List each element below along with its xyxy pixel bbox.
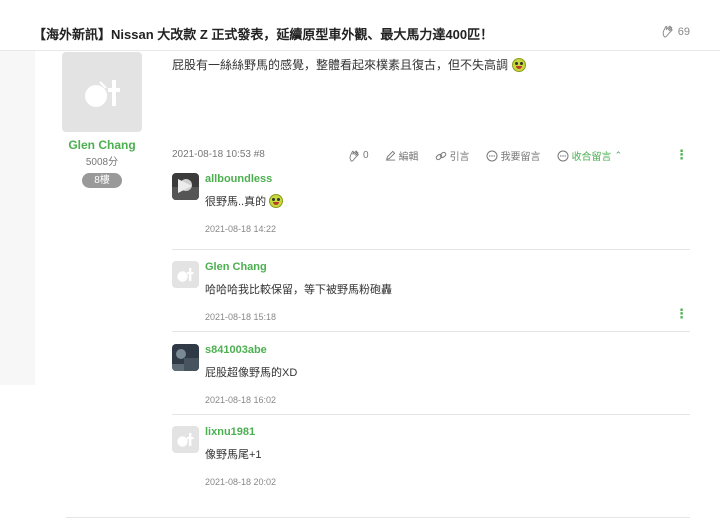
reply-label: 我要留言 — [500, 152, 541, 163]
grin-emoji-icon — [269, 194, 284, 208]
reply-content: 屁股超像野馬的XD — [205, 364, 297, 380]
collapse-label: 收合留言 — [571, 152, 612, 163]
default-avatar-icon — [177, 268, 194, 282]
thread-like-count: 69 — [677, 25, 690, 38]
thread-title: 【海外新訊】Nissan 大改款 Z 正式發表，延續原型車外觀、最大馬力達400… — [33, 27, 494, 42]
reply-content: 像野馬尾+1 — [205, 446, 262, 462]
reply-time: 2021-08-18 20:02 — [205, 477, 277, 487]
post-text: 屁股有一絲絲野馬的感覺，整體看起來樸素且復古，但不失高調 — [172, 58, 509, 72]
reply-item: s841003abe 屁股超像野馬的XD 2021-08-18 16:02 — [172, 344, 690, 414]
thread-like[interactable]: 69 — [661, 25, 690, 38]
reply-text: 屁股超像野馬的XD — [205, 367, 298, 379]
reply-time: 2021-08-18 16:02 — [205, 395, 277, 405]
reply-text: 哈哈哈我比較保留，等下被野馬粉砲轟 — [205, 284, 392, 296]
author-score: 5008分 — [85, 157, 119, 168]
reply-author[interactable]: Glen Chang — [205, 261, 267, 273]
edit-label: 編輯 — [398, 152, 419, 163]
author-name[interactable]: Glen Chang — [62, 138, 142, 152]
chevron-up-icon: ⌃ — [614, 150, 623, 160]
post-actions: 0 編輯 引言 我要留言 收合留言 ⌃ — [348, 148, 638, 163]
post-more-menu-icon[interactable]: ⋮ — [675, 148, 688, 161]
clap-icon — [349, 150, 359, 162]
post-date-floor: 2021-08-18 10:53 #8 — [172, 149, 265, 160]
grin-emoji-icon — [512, 57, 527, 72]
reply-button[interactable]: 我要留言 — [486, 148, 541, 163]
divider — [172, 331, 690, 332]
reply-author[interactable]: allboundless — [205, 173, 272, 185]
reply-avatar[interactable] — [172, 426, 199, 453]
quote-label: 引言 — [449, 152, 470, 163]
reply-avatar[interactable] — [172, 173, 199, 200]
reply-author[interactable]: s841003abe — [205, 344, 267, 356]
reply-content: 很野馬..真的 — [205, 193, 284, 209]
user-photo-icon — [172, 344, 199, 371]
default-avatar-icon — [85, 77, 120, 107]
reply-text: 像野馬尾+1 — [205, 449, 262, 461]
like-count: 0 — [363, 150, 369, 161]
collapse-replies-button[interactable]: 收合留言 ⌃ — [557, 148, 623, 163]
post-content: 屁股有一絲絲野馬的感覺，整體看起來樸素且復古，但不失高調 — [172, 56, 527, 73]
reply-time: 2021-08-18 15:18 — [205, 312, 277, 322]
reply-time: 2021-08-18 14:22 — [205, 224, 277, 234]
user-photo-icon — [172, 173, 199, 200]
divider — [66, 517, 690, 518]
comment-icon — [557, 150, 569, 161]
like-button[interactable]: 0 — [348, 150, 369, 162]
divider — [172, 414, 690, 415]
reply-item: lixnu1981 像野馬尾+1 2021-08-18 20:02 — [172, 426, 690, 496]
reply-content: 哈哈哈我比較保留，等下被野馬粉砲轟 — [205, 281, 392, 297]
edit-button[interactable]: 編輯 — [385, 148, 419, 163]
default-avatar-icon — [177, 433, 194, 447]
pencil-icon — [385, 150, 395, 161]
reply-item: Glen Chang 哈哈哈我比較保留，等下被野馬粉砲轟 2021-08-18 … — [172, 261, 690, 331]
reply-avatar[interactable] — [172, 344, 199, 371]
comment-icon — [486, 150, 498, 161]
reply-author[interactable]: lixnu1981 — [205, 426, 255, 438]
clap-icon — [662, 25, 673, 38]
reply-more-menu-icon[interactable]: ⋮ — [675, 307, 688, 320]
link-icon — [435, 151, 446, 160]
author-avatar[interactable] — [62, 52, 142, 132]
quote-button[interactable]: 引言 — [435, 148, 470, 163]
floor-badge: 8樓 — [82, 173, 122, 188]
divider — [172, 249, 690, 250]
reply-text: 很野馬..真的 — [205, 196, 267, 208]
reply-item: allboundless 很野馬..真的 2021-08-18 14:22 — [172, 173, 690, 243]
reply-avatar[interactable] — [172, 261, 199, 288]
thread-header: 【海外新訊】Nissan 大改款 Z 正式發表，延續原型車外觀、最大馬力達400… — [0, 0, 720, 51]
